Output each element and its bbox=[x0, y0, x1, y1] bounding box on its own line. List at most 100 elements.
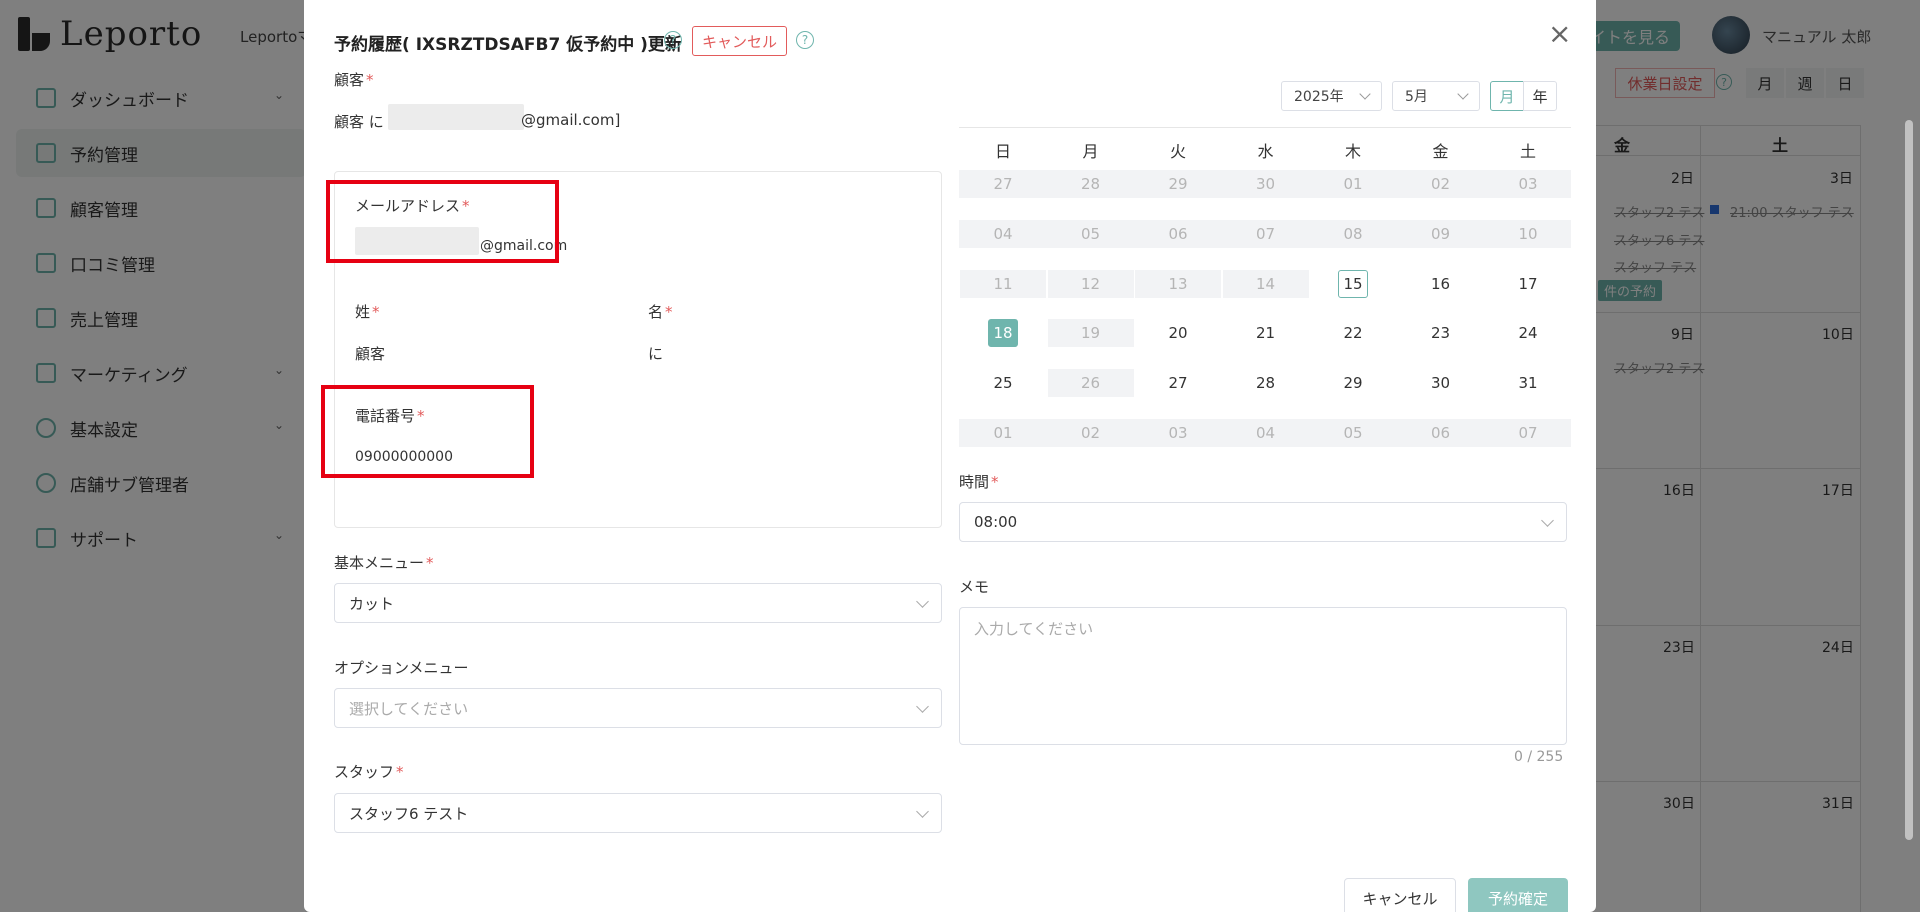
option-menu-select[interactable]: 選択してください bbox=[334, 688, 942, 728]
calendar-day-number: 13 bbox=[1168, 275, 1188, 293]
time-select[interactable]: 08:00 bbox=[959, 502, 1567, 542]
year-select[interactable]: 2025年 bbox=[1281, 81, 1382, 111]
staff-value: スタッフ6 テスト bbox=[349, 804, 469, 823]
calendar-day-number: 30 bbox=[1255, 175, 1276, 193]
calendar-day-number: 27 bbox=[1168, 374, 1188, 392]
time-value: 08:00 bbox=[974, 513, 1018, 531]
calendar-day-cell[interactable]: 30 bbox=[1398, 369, 1484, 397]
calendar-day-cell: 04 bbox=[960, 220, 1046, 248]
calendar-day-cell[interactable]: 29 bbox=[1310, 369, 1396, 397]
calendar-day-cell[interactable]: 23 bbox=[1398, 319, 1484, 347]
calendar-day-number: 17 bbox=[1518, 275, 1538, 293]
time-label: 時間 * bbox=[959, 473, 999, 491]
close-icon[interactable]: × bbox=[1548, 20, 1571, 48]
customer-value-prefix: 顧客 に bbox=[334, 113, 384, 131]
calendar-day-number: 05 bbox=[1080, 225, 1101, 243]
calendar-day-cell: 01 bbox=[1310, 170, 1396, 198]
calendar-day-number: 20 bbox=[1168, 324, 1188, 342]
page-scrollbar[interactable] bbox=[1905, 120, 1913, 840]
calendar-day-number: 06 bbox=[1168, 225, 1188, 243]
basic-menu-value: カット bbox=[349, 594, 395, 613]
calendar-day-cell: 07 bbox=[1485, 419, 1571, 447]
calendar-day-number: 10 bbox=[1518, 225, 1538, 243]
calendar-day-cell[interactable]: 25 bbox=[960, 369, 1046, 397]
calendar-day-cell[interactable]: 27 bbox=[1135, 369, 1221, 397]
calendar-day-number: 26 bbox=[1080, 374, 1101, 392]
help-icon[interactable]: ? bbox=[796, 31, 814, 49]
confirm-reservation-button[interactable]: 予約確定 bbox=[1468, 878, 1568, 912]
calendar-day-number: 03 bbox=[1168, 424, 1188, 442]
calendar-day-number: 06 bbox=[1430, 424, 1451, 442]
highlight-box-phone bbox=[321, 385, 534, 478]
chevron-down-icon bbox=[916, 805, 929, 818]
calendar-day-cell: 07 bbox=[1223, 220, 1309, 248]
memo-placeholder: 入力してください bbox=[974, 620, 1094, 638]
calendar-day-cell[interactable]: 21 bbox=[1223, 319, 1309, 347]
basic-menu-label: 基本メニュー * bbox=[334, 554, 434, 572]
calendar-day-cell: 05 bbox=[1310, 419, 1396, 447]
calendar-day-cell[interactable]: 18 bbox=[960, 319, 1046, 347]
calendar-day-number: 21 bbox=[1255, 324, 1276, 342]
chevron-down-icon bbox=[1541, 514, 1554, 527]
chevron-down-icon bbox=[916, 595, 929, 608]
calendar-mode-month[interactable]: 月 bbox=[1490, 81, 1524, 111]
calendar-mode-year[interactable]: 年 bbox=[1523, 81, 1557, 111]
calendar-day-number: 31 bbox=[1518, 374, 1538, 392]
calendar-day-cell[interactable]: 31 bbox=[1485, 369, 1571, 397]
memo-label: メモ bbox=[959, 578, 990, 596]
calendar-day-number: 01 bbox=[1343, 175, 1363, 193]
calendar-day-number: 25 bbox=[993, 374, 1013, 392]
chevron-down-icon bbox=[1457, 88, 1469, 100]
help-icon[interactable]: ? bbox=[664, 31, 682, 49]
highlight-box-email bbox=[326, 180, 559, 263]
calendar-day-cell[interactable]: 24 bbox=[1485, 319, 1571, 347]
calendar-day-cell: 04 bbox=[1223, 419, 1309, 447]
calendar-day-cell[interactable]: 22 bbox=[1310, 319, 1396, 347]
memo-textarea[interactable]: 入力してください bbox=[959, 607, 1567, 745]
first-name-value: に bbox=[648, 345, 664, 363]
month-select[interactable]: 5月 bbox=[1392, 81, 1480, 111]
calendar-day-cell: 08 bbox=[1310, 220, 1396, 248]
calendar-day-cell: 03 bbox=[1135, 419, 1221, 447]
calendar-day-cell: 14 bbox=[1222, 270, 1309, 298]
calendar-day-cell[interactable]: 20 bbox=[1135, 319, 1221, 347]
staff-select[interactable]: スタッフ6 テスト bbox=[334, 793, 942, 833]
weekday-header: 木 bbox=[1344, 142, 1361, 161]
year-select-value: 2025年 bbox=[1294, 89, 1344, 105]
calendar-day-cell: 27 bbox=[960, 170, 1046, 198]
calendar-day-cell[interactable]: 16 bbox=[1398, 270, 1484, 298]
calendar-day-cell: 10 bbox=[1485, 220, 1571, 248]
last-name-value: 顧客 bbox=[355, 345, 386, 363]
calendar-day-number: 02 bbox=[1430, 175, 1451, 193]
calendar-day-cell[interactable]: 15 bbox=[1310, 270, 1396, 298]
calendar-day-cell: 12 bbox=[1047, 270, 1134, 298]
weekday-header: 月 bbox=[1082, 142, 1099, 161]
customer-label: 顧客 * bbox=[334, 71, 374, 89]
month-select-value: 5月 bbox=[1405, 89, 1428, 105]
calendar-day-number: 07 bbox=[1518, 424, 1538, 442]
calendar-day-cell: 05 bbox=[1048, 220, 1134, 248]
calendar-day-cell: 03 bbox=[1485, 170, 1571, 198]
customer-value-suffix: @gmail.com] bbox=[521, 111, 621, 129]
calendar-day-cell: 30 bbox=[1223, 170, 1309, 198]
calendar-day-number: 15 bbox=[1338, 270, 1368, 298]
calendar-day-cell[interactable]: 28 bbox=[1223, 369, 1309, 397]
calendar-day-number: 30 bbox=[1430, 374, 1451, 392]
calendar-day-number: 16 bbox=[1430, 275, 1451, 293]
calendar-day-number: 01 bbox=[993, 424, 1013, 442]
calendar-day-number: 28 bbox=[1080, 175, 1101, 193]
calendar-day-number: 22 bbox=[1343, 324, 1363, 342]
calendar-day-number: 11 bbox=[993, 275, 1013, 293]
weekday-header: 日 bbox=[994, 142, 1011, 161]
calendar-day-cell[interactable]: 17 bbox=[1485, 270, 1571, 298]
option-menu-placeholder: 選択してください bbox=[349, 699, 469, 718]
calendar-day-number: 07 bbox=[1255, 225, 1276, 243]
chevron-down-icon bbox=[1359, 88, 1371, 100]
calendar-day-number: 12 bbox=[1080, 275, 1101, 293]
calendar-day-cell: 06 bbox=[1398, 419, 1484, 447]
staff-label: スタッフ * bbox=[334, 763, 404, 781]
weekday-header: 土 bbox=[1519, 142, 1536, 161]
basic-menu-select[interactable]: カット bbox=[334, 583, 942, 623]
cancel-button[interactable]: キャンセル bbox=[1344, 878, 1456, 912]
weekday-header: 火 bbox=[1169, 142, 1186, 161]
